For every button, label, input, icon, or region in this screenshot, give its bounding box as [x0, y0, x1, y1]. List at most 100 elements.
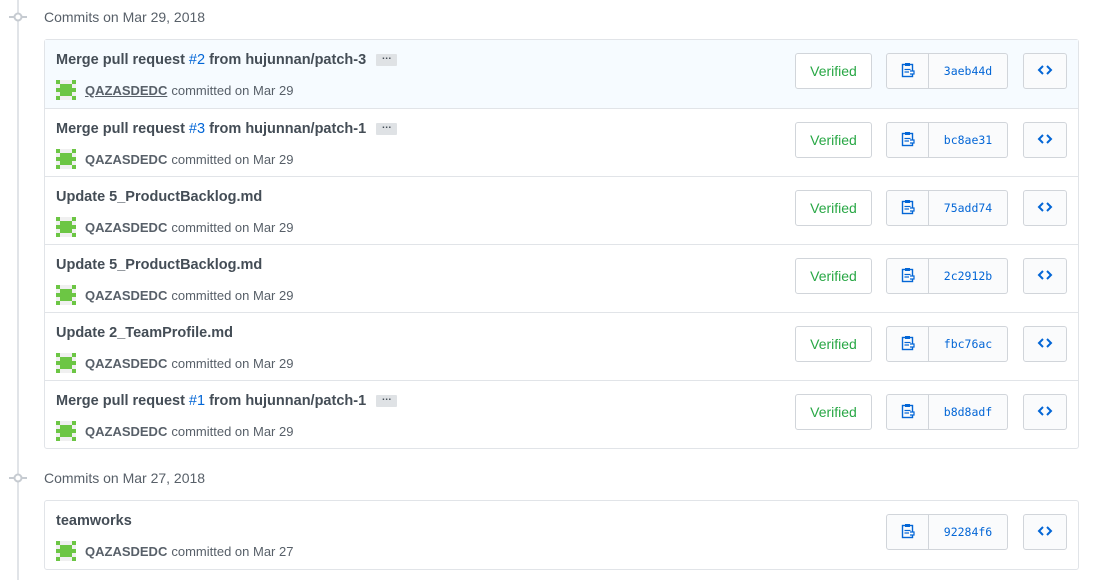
commit-title-text[interactable]: Update 2_TeamProfile.md [56, 325, 233, 341]
clippy-icon [901, 131, 915, 150]
commit-title[interactable]: Update 2_TeamProfile.md [56, 325, 233, 341]
commit-sha-link[interactable]: fbc76ac [929, 326, 1008, 362]
commit-meta: QAZASDEDC committed on Mar 29 [56, 149, 293, 169]
browse-repo-button[interactable] [1023, 53, 1067, 89]
verified-badge[interactable]: Verified [795, 258, 872, 294]
code-icon [1037, 132, 1053, 148]
commit-sha-link[interactable]: 75add74 [929, 190, 1008, 226]
commit-title-text[interactable]: Update 5_ProductBacklog.md [56, 257, 262, 273]
clippy-icon [901, 267, 915, 286]
commit-row: Merge pull request #2 from hujunnan/patc… [45, 40, 1078, 108]
commit-author[interactable]: QAZASDEDC [85, 152, 167, 167]
group-title: Commits on Mar 29, 2018 [44, 9, 206, 25]
commit-title[interactable]: teamworks [56, 513, 132, 529]
commit-sha-link[interactable]: bc8ae31 [929, 122, 1008, 158]
commit-sha-link[interactable]: 92284f6 [929, 514, 1008, 550]
commit-meta: QAZASDEDC committed on Mar 27 [56, 541, 293, 561]
commit-author[interactable]: QAZASDEDC [85, 83, 167, 98]
commit-sha-link[interactable]: 3aeb44d [929, 53, 1008, 89]
sha-group: bc8ae31 [886, 122, 1008, 158]
expand-message-button[interactable]: … [376, 393, 398, 407]
commit-meta: QAZASDEDC committed on Mar 29 [56, 353, 293, 373]
git-commit-icon [9, 11, 27, 23]
avatar[interactable] [56, 353, 76, 373]
browse-repo-button[interactable] [1023, 258, 1067, 294]
commit-title-rest[interactable]: from hujunnan/patch-1 [209, 121, 366, 137]
verified-badge[interactable]: Verified [795, 53, 872, 89]
commit-title[interactable]: Merge pull request #2 from hujunnan/patc… [56, 52, 398, 68]
avatar[interactable] [56, 217, 76, 237]
browse-repo-button[interactable] [1023, 514, 1067, 550]
browse-repo-button[interactable] [1023, 122, 1067, 158]
commit-title-text[interactable]: teamworks [56, 513, 132, 529]
clippy-icon [901, 199, 915, 218]
commit-author[interactable]: QAZASDEDC [85, 288, 167, 303]
commit-title[interactable]: Merge pull request #1 from hujunnan/patc… [56, 393, 398, 409]
avatar[interactable] [56, 541, 76, 561]
commit-author[interactable]: QAZASDEDC [85, 544, 167, 559]
commit-row: Merge pull request #3 from hujunnan/patc… [45, 108, 1078, 176]
clippy-icon [901, 403, 915, 422]
commit-list: Merge pull request #2 from hujunnan/patc… [44, 39, 1079, 449]
commit-date: committed on Mar 29 [171, 287, 294, 303]
avatar[interactable] [56, 421, 76, 441]
verified-badge[interactable]: Verified [795, 190, 872, 226]
avatar[interactable] [56, 285, 76, 305]
commit-title-text[interactable]: Merge pull request [56, 52, 185, 68]
timeline-line [17, 0, 19, 580]
commit-author[interactable]: QAZASDEDC [85, 356, 167, 371]
commit-title[interactable]: Update 5_ProductBacklog.md [56, 189, 262, 205]
commit-date: committed on Mar 29 [171, 423, 294, 439]
expand-message-button[interactable]: … [376, 121, 398, 135]
verified-badge[interactable]: Verified [795, 326, 872, 362]
avatar[interactable] [56, 149, 76, 169]
copy-sha-button[interactable] [886, 53, 929, 89]
clippy-icon [901, 523, 915, 542]
commit-row: teamworks QAZASDEDC committed on Mar 27 … [45, 501, 1078, 569]
commit-date: committed on Mar 27 [171, 543, 294, 559]
commit-date: committed on Mar 29 [171, 151, 294, 167]
commit-meta: QAZASDEDC committed on Mar 29 [56, 217, 293, 237]
sha-group: 2c2912b [886, 258, 1008, 294]
commit-title[interactable]: Update 5_ProductBacklog.md [56, 257, 262, 273]
commit-title-text[interactable]: Update 5_ProductBacklog.md [56, 189, 262, 205]
code-icon [1037, 200, 1053, 216]
copy-sha-button[interactable] [886, 326, 929, 362]
commit-title-rest[interactable]: from hujunnan/patch-3 [209, 52, 366, 68]
group-title: Commits on Mar 27, 2018 [44, 470, 206, 486]
clippy-icon [901, 62, 915, 81]
commit-row: Update 2_TeamProfile.md QAZASDEDC commit… [45, 312, 1078, 380]
verified-badge[interactable]: Verified [795, 122, 872, 158]
commit-author[interactable]: QAZASDEDC [85, 220, 167, 235]
pull-request-link[interactable]: #1 [189, 393, 205, 409]
commit-title[interactable]: Merge pull request #3 from hujunnan/patc… [56, 121, 398, 137]
clippy-icon [901, 335, 915, 354]
commit-author[interactable]: QAZASDEDC [85, 424, 167, 439]
browse-repo-button[interactable] [1023, 326, 1067, 362]
pull-request-link[interactable]: #2 [189, 52, 205, 68]
copy-sha-button[interactable] [886, 122, 929, 158]
code-icon [1037, 336, 1053, 352]
expand-message-button[interactable]: … [376, 52, 398, 66]
copy-sha-button[interactable] [886, 394, 929, 430]
code-icon [1037, 404, 1053, 420]
git-commit-icon [9, 472, 27, 484]
copy-sha-button[interactable] [886, 258, 929, 294]
commit-meta: QAZASDEDC committed on Mar 29 [56, 80, 293, 100]
pull-request-link[interactable]: #3 [189, 121, 205, 137]
code-icon [1037, 524, 1053, 540]
avatar[interactable] [56, 80, 76, 100]
commit-title-text[interactable]: Merge pull request [56, 393, 185, 409]
copy-sha-button[interactable] [886, 514, 929, 550]
commit-row: Merge pull request #1 from hujunnan/patc… [45, 380, 1078, 448]
commit-sha-link[interactable]: b8d8adf [929, 394, 1008, 430]
copy-sha-button[interactable] [886, 190, 929, 226]
commit-title-text[interactable]: Merge pull request [56, 121, 185, 137]
verified-badge[interactable]: Verified [795, 394, 872, 430]
browse-repo-button[interactable] [1023, 394, 1067, 430]
commit-date: committed on Mar 29 [171, 355, 294, 371]
commit-title-rest[interactable]: from hujunnan/patch-1 [209, 393, 366, 409]
browse-repo-button[interactable] [1023, 190, 1067, 226]
code-icon [1037, 268, 1053, 284]
commit-sha-link[interactable]: 2c2912b [929, 258, 1008, 294]
